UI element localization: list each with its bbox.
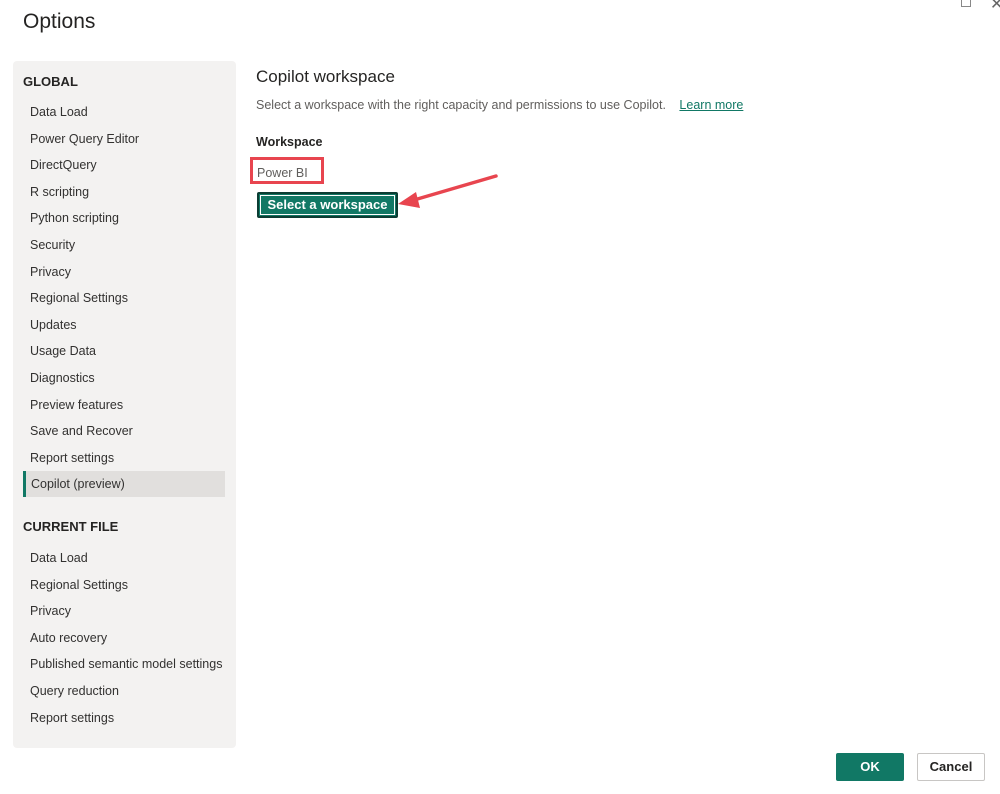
sidebar-item-diagnostics[interactable]: Diagnostics: [23, 365, 225, 391]
select-workspace-button[interactable]: Select a workspace: [257, 192, 398, 218]
sidebar-current-item-auto-recovery[interactable]: Auto recovery: [23, 625, 225, 651]
section-description: Select a workspace with the right capaci…: [256, 98, 743, 112]
sidebar-item-regional-settings[interactable]: Regional Settings: [23, 285, 225, 311]
current-file-heading: CURRENT FILE: [23, 519, 119, 534]
sidebar-item-privacy[interactable]: Privacy: [23, 259, 225, 285]
workspace-label: Workspace: [256, 135, 323, 149]
sidebar-current-item-report-settings[interactable]: Report settings: [23, 705, 225, 731]
sidebar-item-save-and-recover[interactable]: Save and Recover: [23, 418, 225, 444]
annotation-arrow-icon: [398, 174, 498, 208]
sidebar-current-item-privacy[interactable]: Privacy: [23, 598, 225, 624]
global-heading: GLOBAL: [23, 74, 78, 89]
section-title: Copilot workspace: [256, 67, 395, 86]
sidebar-item-r-scripting[interactable]: R scripting: [23, 179, 225, 205]
dialog-title: Options: [23, 10, 96, 33]
sidebar-current-item-data-load[interactable]: Data Load: [23, 545, 225, 571]
sidebar-item-data-load[interactable]: Data Load: [23, 99, 225, 125]
sidebar-item-preview-features[interactable]: Preview features: [23, 392, 225, 418]
sidebar-item-python-scripting[interactable]: Python scripting: [23, 205, 225, 231]
maximize-icon[interactable]: [961, 0, 971, 7]
sidebar-item-copilot-preview[interactable]: Copilot (preview): [23, 471, 225, 498]
sidebar-item-updates[interactable]: Updates: [23, 312, 225, 338]
sidebar-item-power-query-editor[interactable]: Power Query Editor: [23, 126, 225, 152]
ok-button[interactable]: OK: [836, 753, 904, 781]
options-sidebar: GLOBAL Data Load Power Query Editor Direct…: [13, 61, 236, 748]
learn-more-link[interactable]: Learn more: [679, 98, 743, 112]
close-icon[interactable]: ✕: [990, 0, 1000, 14]
sidebar-current-item-regional-settings[interactable]: Regional Settings: [23, 572, 225, 598]
sidebar-item-usage-data[interactable]: Usage Data: [23, 338, 225, 364]
workspace-value: Power BI: [250, 157, 324, 184]
description-text: Select a workspace with the right capaci…: [256, 98, 666, 112]
sidebar-current-item-query-reduction[interactable]: Query reduction: [23, 678, 225, 704]
cancel-button[interactable]: Cancel: [917, 753, 985, 781]
sidebar-item-security[interactable]: Security: [23, 232, 225, 258]
sidebar-item-report-settings[interactable]: Report settings: [23, 445, 225, 471]
sidebar-item-directquery[interactable]: DirectQuery: [23, 152, 225, 178]
sidebar-current-item-published-semantic-model-settings[interactable]: Published semantic model settings: [23, 651, 225, 677]
